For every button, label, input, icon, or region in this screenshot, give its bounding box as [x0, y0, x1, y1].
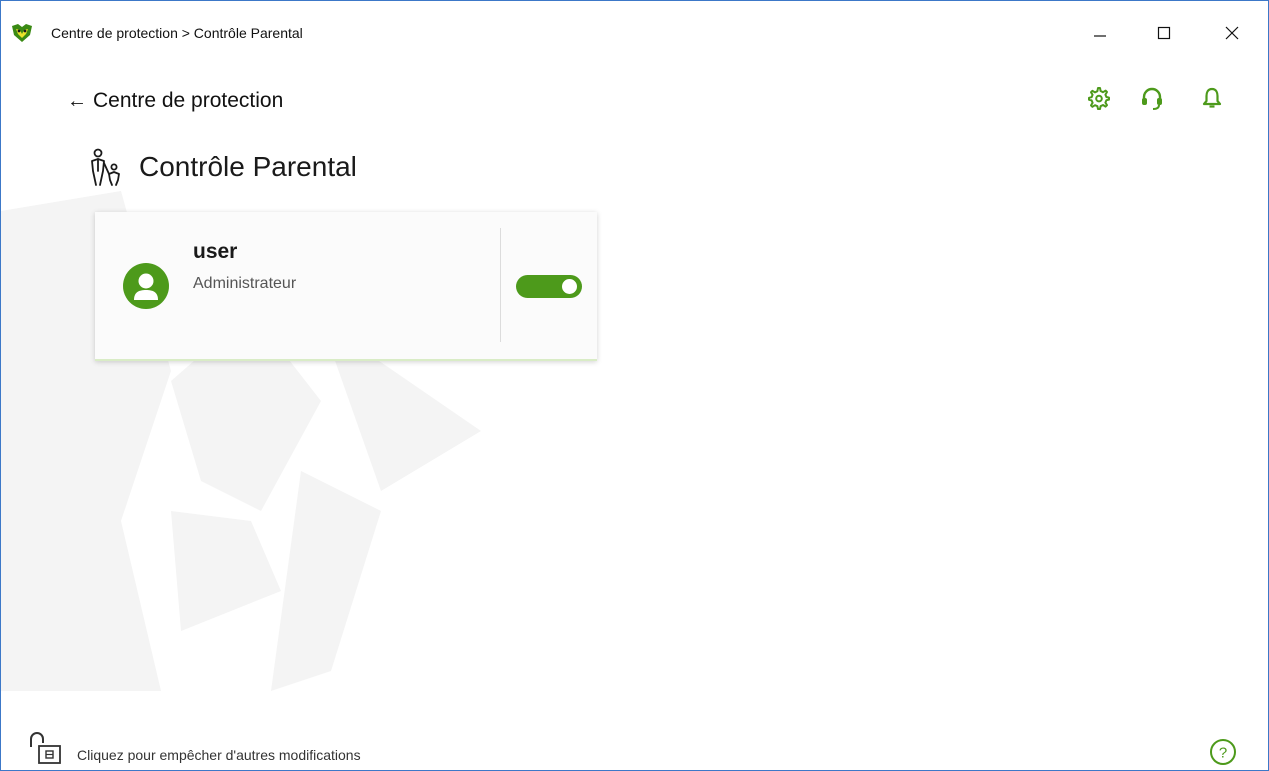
user-name: user	[193, 240, 238, 263]
settings-button[interactable]	[1085, 85, 1111, 111]
minimize-icon	[1094, 35, 1106, 37]
maximize-button[interactable]	[1141, 13, 1187, 53]
page-heading: Contrôle Parental	[87, 147, 357, 187]
toggle-knob	[562, 279, 577, 294]
minimize-button[interactable]	[1077, 13, 1123, 53]
support-button[interactable]	[1139, 85, 1165, 111]
back-link[interactable]: ← Centre de protection	[67, 89, 283, 113]
title-bar: Centre de protection > Contrôle Parental	[1, 1, 1268, 65]
maximize-icon	[1157, 26, 1171, 40]
user-enabled-toggle[interactable]	[516, 275, 582, 298]
svg-text:?: ?	[1219, 745, 1227, 762]
parent-child-icon	[91, 148, 120, 186]
gear-icon	[1088, 87, 1110, 110]
notifications-button[interactable]	[1199, 85, 1225, 111]
help-icon[interactable]: ?	[1209, 738, 1237, 766]
page-title: Contrôle Parental	[139, 151, 357, 182]
bell-icon	[1202, 87, 1222, 108]
unlocked-padlock-icon[interactable]	[27, 731, 65, 765]
app-logo-icon	[12, 24, 32, 42]
card-divider	[500, 228, 501, 342]
close-button[interactable]	[1209, 13, 1255, 53]
user-role: Administrateur	[193, 275, 297, 292]
user-card[interactable]: user Administrateur	[95, 212, 597, 361]
window-title: Centre de protection > Contrôle Parental	[51, 25, 303, 41]
close-icon	[1225, 26, 1239, 40]
lock-settings-link[interactable]: Cliquez pour empêcher d'autres modificat…	[77, 747, 361, 763]
back-link-label: Centre de protection	[93, 89, 284, 112]
headset-icon	[1142, 87, 1162, 110]
app-window: Centre de protection > Contrôle Parental	[0, 0, 1269, 771]
arrow-left-icon: ←	[67, 90, 87, 112]
avatar-icon	[123, 263, 169, 309]
